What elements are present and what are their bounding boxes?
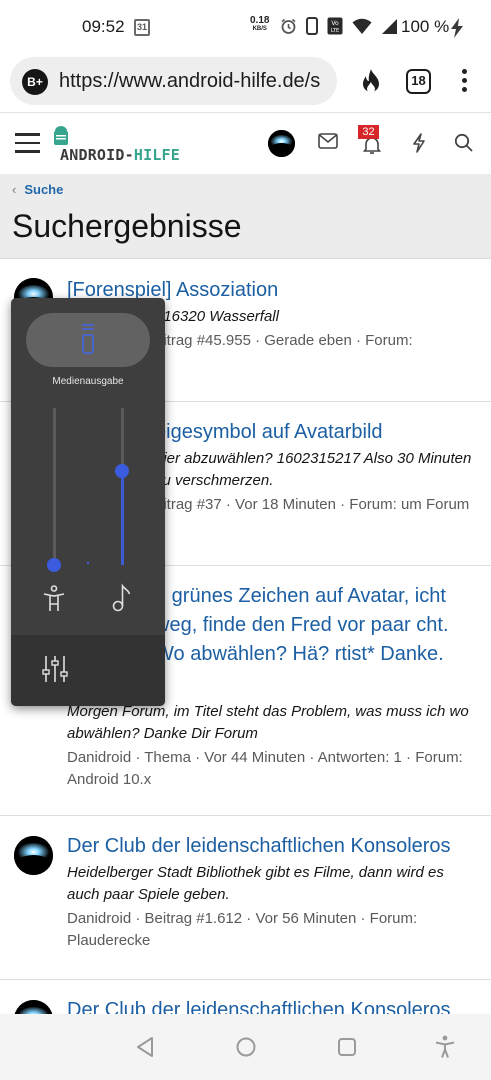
- charging-icon: [451, 18, 463, 38]
- notification-count-badge: 32: [358, 125, 379, 139]
- recents-icon[interactable]: [337, 1037, 357, 1057]
- accessibility-volume-knob[interactable]: [47, 558, 61, 572]
- hamburger-menu-icon[interactable]: [15, 133, 40, 153]
- calendar-day: 31: [136, 22, 147, 32]
- tab-count: 18: [411, 73, 426, 88]
- system-navigation-bar: [0, 1014, 491, 1080]
- signal-icon: [382, 18, 397, 34]
- result-snippet: Heidelberger Stadt Bibliothek gibt es Fi…: [67, 864, 444, 903]
- status-icons: Vo LTE: [280, 17, 398, 35]
- phone-icon: [306, 17, 318, 35]
- search-result[interactable]: Der Club der leidenschaftlichen Konsoler…: [0, 816, 491, 980]
- volume-stream-label: Medienausgabe: [52, 376, 124, 387]
- status-time: 09:52: [82, 17, 125, 36]
- result-meta: Danidroid · Beitrag #1.612 · Vor 56 Minu…: [67, 910, 418, 949]
- volte-icon: VoLTE: [327, 17, 343, 35]
- back-icon[interactable]: [135, 1036, 155, 1058]
- music-note-icon[interactable]: [112, 583, 132, 613]
- lightning-icon[interactable]: [411, 133, 427, 153]
- svg-text:Vo: Vo: [331, 20, 339, 27]
- accessibility-volume-icon[interactable]: [42, 585, 66, 613]
- network-speed-unit: KB/S: [252, 26, 267, 32]
- breadcrumb-link[interactable]: Suche: [24, 182, 63, 197]
- eclipse-avatar-image: [268, 130, 295, 157]
- wifi-icon: [352, 18, 372, 34]
- profile-badge[interactable]: B+: [22, 69, 48, 95]
- site-header: ANDROID-HILFE 32: [0, 112, 491, 174]
- accessibility-icon[interactable]: [434, 1035, 456, 1059]
- fire-icon[interactable]: [358, 68, 384, 96]
- network-speed: 0.18 KB/S: [250, 16, 269, 33]
- volume-panel-footer: [11, 635, 165, 706]
- site-logo-text[interactable]: ANDROID-HILFE: [60, 146, 180, 164]
- result-snippet: Morgen Forum, im Titel steht das Problem…: [67, 703, 469, 742]
- svg-text:LTE: LTE: [331, 28, 339, 34]
- mail-icon[interactable]: [318, 133, 338, 149]
- result-avatar[interactable]: [14, 836, 53, 875]
- alarm-icon: [281, 18, 296, 34]
- result-title[interactable]: eigesymbol auf Avatarbild: [155, 418, 477, 446]
- browser-toolbar: B+ https://www.android-hilfe.de/se 18: [0, 54, 491, 112]
- search-icon[interactable]: [454, 133, 473, 152]
- logo-text-part2: HILFE: [133, 146, 181, 164]
- page-title-band: ‹ Suche Suchergebnisse: [0, 174, 491, 259]
- result-snippet: hier abzuwählen? 1602315217 Also 30 Minu…: [155, 450, 472, 489]
- address-bar[interactable]: B+ https://www.android-hilfe.de/se: [10, 57, 337, 105]
- android-robot-logo-icon[interactable]: [53, 125, 69, 147]
- breadcrumb[interactable]: ‹ Suche: [12, 182, 63, 197]
- slider-indicator-dot: [87, 562, 89, 564]
- page-title: Suchergebnisse: [12, 208, 242, 244]
- chevron-left-icon: ‹: [12, 182, 17, 197]
- battery-level: 100 %: [401, 17, 450, 36]
- home-icon[interactable]: [235, 1036, 257, 1058]
- status-bar: 09:52 31 0.18 KB/S Vo LTE 100 %: [0, 0, 491, 54]
- result-meta: Danidroid · Thema · Vor 44 Minuten · Ant…: [67, 749, 463, 788]
- equalizer-settings-icon[interactable]: [42, 655, 68, 683]
- media-volume-fill: [121, 470, 124, 565]
- result-meta: eitrag #37 · Vor 18 Minuten · Forum: um …: [155, 496, 470, 513]
- eclipse-avatar-image: [14, 836, 53, 875]
- ringer-mode-toggle[interactable]: [26, 313, 150, 367]
- logo-text-part1: ANDROID-: [60, 146, 134, 164]
- user-avatar[interactable]: [268, 130, 295, 157]
- overflow-menu-icon[interactable]: [454, 68, 474, 94]
- tabs-button[interactable]: 18: [406, 69, 431, 94]
- vibrate-mode-icon: [82, 324, 94, 354]
- url-text[interactable]: https://www.android-hilfe.de/se: [59, 70, 321, 93]
- calendar-icon: 31: [134, 19, 150, 36]
- volume-panel: Medienausgabe: [11, 298, 165, 706]
- result-title[interactable]: Der Club der leidenschaftlichen Konsoler…: [67, 832, 477, 860]
- media-volume-knob[interactable]: [115, 463, 129, 478]
- result-title[interactable]: h grünes Zeichen auf Avatar, icht weg, f…: [155, 582, 477, 669]
- accessibility-volume-track[interactable]: [53, 408, 56, 565]
